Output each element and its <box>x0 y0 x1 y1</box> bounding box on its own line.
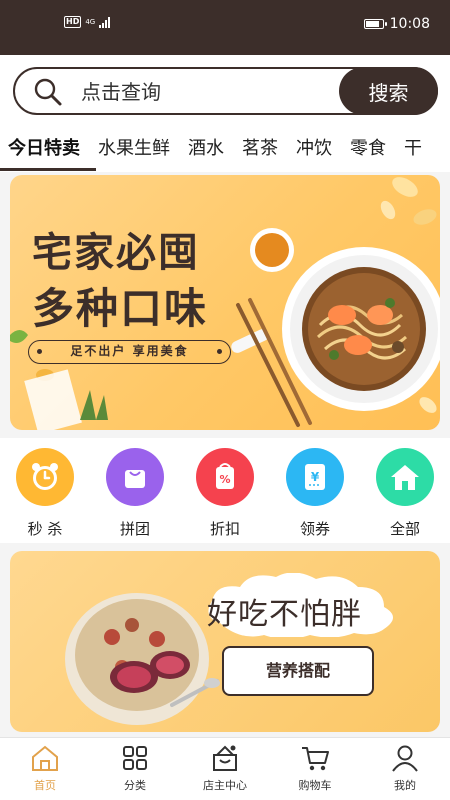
banner-slogan: 足不出户 享用美食 <box>28 340 231 364</box>
hd-indicator: HD <box>64 16 82 28</box>
category-flash-sale[interactable]: 秒 杀 <box>10 448 80 539</box>
coupon-icon: ¥ <box>286 448 344 506</box>
category-group-buy[interactable]: 拼团 <box>100 448 170 539</box>
nav-home[interactable]: 首页 <box>0 742 90 793</box>
hero-banner[interactable]: 宅家必囤 多种口味 足不出户 享用美食 <box>10 175 440 430</box>
search-area: 搜索 <box>0 55 450 130</box>
home-outline-icon <box>32 745 58 771</box>
grid-icon <box>123 746 147 770</box>
svg-text:%: % <box>219 473 230 486</box>
category-label: 拼团 <box>119 520 150 538</box>
category-label: 折扣 <box>209 520 240 538</box>
home-icon <box>376 448 434 506</box>
status-left: HD 4G <box>64 16 111 28</box>
noodle-bowl-image <box>282 247 440 411</box>
alarm-clock-icon <box>16 448 74 506</box>
category-label: 秒 杀 <box>27 520 63 538</box>
nav-category[interactable]: 分类 <box>90 742 180 793</box>
nutrition-combo-button[interactable]: 营养搭配 <box>222 646 374 696</box>
discount-tag-icon: % <box>196 448 254 506</box>
nav-profile[interactable]: 我的 <box>360 742 450 793</box>
svg-text:¥: ¥ <box>311 470 320 484</box>
tab-drinks[interactable]: 冲饮 <box>296 136 332 162</box>
nav-label: 首页 <box>34 779 56 792</box>
shop-icon <box>213 745 237 771</box>
tab-dried[interactable]: 干 <box>404 136 422 162</box>
search-icon[interactable] <box>33 77 63 107</box>
tab-row: 今日特卖 水果生鲜 酒水 茗茶 冲饮 零食 干 <box>8 136 422 162</box>
nav-cart[interactable]: 购物车 <box>270 742 360 793</box>
category-all[interactable]: 全部 <box>370 448 440 539</box>
category-label: 全部 <box>389 520 420 538</box>
tab-liquor[interactable]: 酒水 <box>188 136 224 162</box>
nav-label: 店主中心 <box>203 779 247 792</box>
category-label: 领券 <box>299 520 330 538</box>
network-type: 4G <box>85 18 96 26</box>
cart-icon <box>302 747 329 771</box>
promo-banner[interactable]: 好吃不怕胖 营养搭配 <box>10 551 440 732</box>
tab-snacks[interactable]: 零食 <box>350 136 386 162</box>
shopping-bag-icon <box>106 448 164 506</box>
search-bar[interactable]: 搜索 <box>13 67 438 115</box>
banner-title-line1: 宅家必囤 <box>32 230 200 276</box>
bottom-navigation: 首页 分类 店主中心 购物车 我的 <box>0 737 450 800</box>
banner-title-line2: 多种口味 <box>32 284 209 333</box>
nav-label: 购物车 <box>298 779 332 792</box>
status-bar: HD 4G 10:08 <box>0 0 450 55</box>
tab-tea[interactable]: 茗茶 <box>242 136 278 162</box>
nav-label: 分类 <box>124 779 146 792</box>
tab-today-special[interactable]: 今日特卖 <box>8 136 80 162</box>
nav-label: 我的 <box>394 779 416 792</box>
tab-fruit-fresh[interactable]: 水果生鲜 <box>98 136 170 162</box>
category-tabs: 今日特卖 水果生鲜 酒水 茗茶 冲饮 零食 干 <box>0 130 450 172</box>
salad-bowl-image <box>65 593 220 725</box>
quick-categories: 秒 杀 拼团 % 折扣 ¥ 领券 全部 <box>0 438 450 543</box>
status-right: 10:08 <box>363 16 430 32</box>
nav-shop-center[interactable]: 店主中心 <box>180 742 270 793</box>
search-input[interactable] <box>79 77 343 107</box>
battery-icon <box>363 19 387 29</box>
search-button[interactable]: 搜索 <box>339 67 438 115</box>
user-icon <box>392 745 418 772</box>
signal-icon <box>99 16 111 28</box>
promo-headline: 好吃不怕胖 <box>207 597 362 632</box>
clock: 10:08 <box>389 16 430 32</box>
category-discount[interactable]: % 折扣 <box>190 448 260 539</box>
active-tab-indicator <box>0 168 96 171</box>
category-coupons[interactable]: ¥ 领券 <box>280 448 350 539</box>
